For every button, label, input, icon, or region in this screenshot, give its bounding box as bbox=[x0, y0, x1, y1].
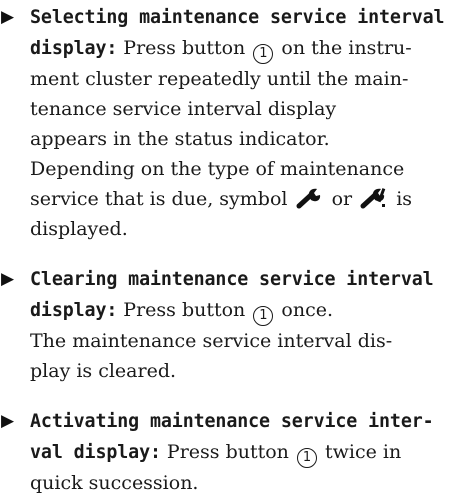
step-line: display: Press button 1 once. bbox=[30, 295, 448, 326]
circled-number-badge: 1 bbox=[253, 306, 274, 326]
step-text: appears in the status indicator. bbox=[30, 128, 330, 150]
document-page: ▶ Selecting maintenance service interval… bbox=[0, 0, 454, 494]
step-text: service that is due, symbol bbox=[30, 188, 288, 210]
step-heading: Clearing maintenance service interval bbox=[30, 269, 434, 290]
step-text: Press button bbox=[123, 299, 246, 321]
step-text: play is cleared. bbox=[30, 360, 177, 382]
step-text: Depending on the type of maintenance bbox=[30, 158, 405, 180]
step-text: Press button bbox=[123, 37, 246, 59]
step-text: tenance service interval display bbox=[30, 98, 337, 120]
circled-number-badge: 1 bbox=[296, 448, 317, 468]
step-text: is bbox=[396, 188, 413, 210]
step-line: val display: Press button 1 twice in bbox=[30, 437, 448, 468]
step-text: quick succession. bbox=[30, 472, 199, 494]
wrench-icon bbox=[296, 188, 320, 209]
bullet-triangle-icon: ▶ bbox=[1, 269, 15, 289]
step-text: twice in bbox=[325, 441, 402, 463]
step-line: service that is due, symbol or is bbox=[30, 184, 448, 214]
step-heading: Selecting maintenance service interval bbox=[30, 7, 445, 28]
step-text: on the instru- bbox=[281, 37, 412, 59]
wrench-exclamation-icon bbox=[360, 188, 386, 209]
step-text: ment cluster repeatedly until the main- bbox=[30, 68, 409, 90]
instruction-list: ▶ Selecting maintenance service interval… bbox=[0, 2, 448, 498]
bullet-triangle-icon: ▶ bbox=[1, 7, 15, 27]
step-line: display: Press button 1 on the instru- bbox=[30, 33, 448, 64]
step-text: The maintenance service interval dis- bbox=[30, 330, 393, 352]
circled-number-badge: 1 bbox=[253, 44, 274, 64]
step-heading: val display: bbox=[30, 442, 161, 463]
step-text: displayed. bbox=[30, 218, 128, 240]
step-heading: display: bbox=[30, 300, 118, 321]
step-text: Press button bbox=[166, 441, 289, 463]
step-line: Clearing maintenance service interval bbox=[30, 264, 448, 295]
bullet-triangle-icon: ▶ bbox=[1, 411, 15, 431]
step-heading: Activating maintenance service inter- bbox=[30, 411, 434, 432]
step-text: or bbox=[331, 188, 353, 210]
step-line: Activating maintenance service inter- bbox=[30, 406, 448, 437]
step-heading: display: bbox=[30, 38, 118, 59]
instruction-step-activate: ▶ Activating maintenance service inter- … bbox=[0, 406, 448, 498]
step-text: once. bbox=[281, 299, 333, 321]
step-line: Selecting maintenance service interval bbox=[30, 2, 448, 33]
instruction-step-clear: ▶ Clearing maintenance service interval … bbox=[0, 264, 448, 386]
instruction-step-select: ▶ Selecting maintenance service interval… bbox=[0, 2, 448, 244]
